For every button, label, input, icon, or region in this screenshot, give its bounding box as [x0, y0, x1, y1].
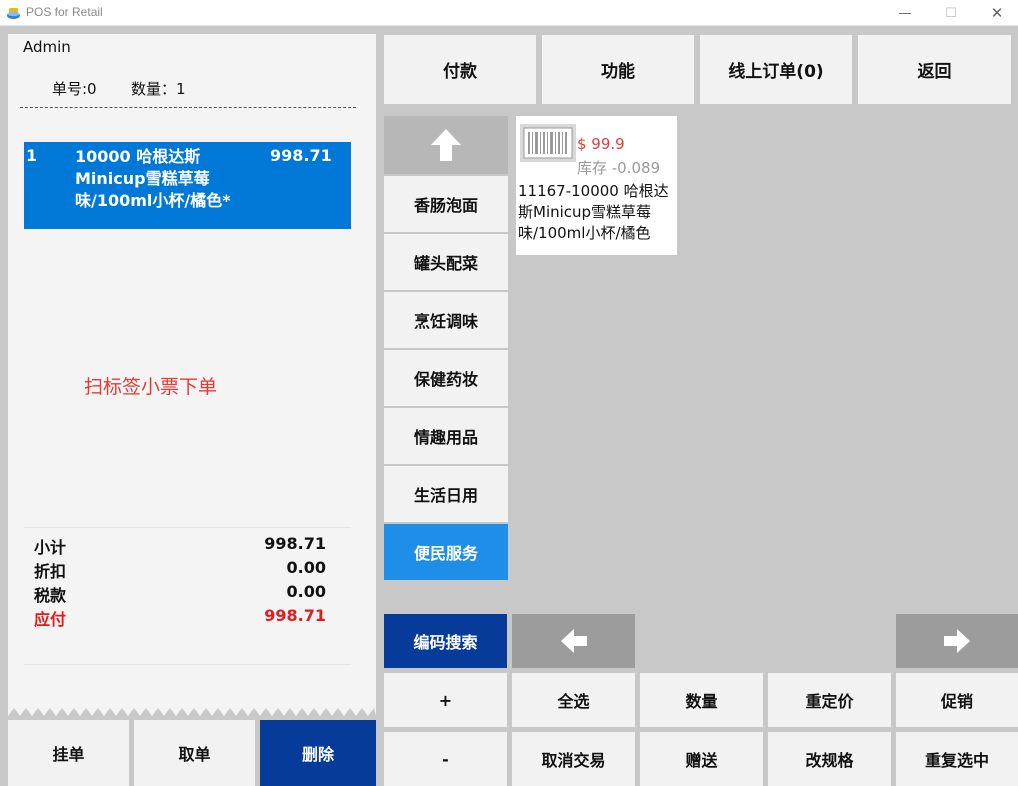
close-icon[interactable]: ✕: [974, 0, 1018, 26]
maximize-icon[interactable]: ☐: [928, 0, 974, 26]
code-search-button[interactable]: 编码搜索: [384, 614, 507, 668]
receipt-divider: [20, 107, 356, 108]
delete-button[interactable]: 删除: [260, 720, 376, 786]
tab-online-orders[interactable]: 线上订单(0): [700, 35, 852, 104]
cashier-name: Admin: [23, 38, 71, 56]
category-item[interactable]: 烹饪调味: [384, 292, 508, 348]
tab-pay[interactable]: 付款: [384, 35, 536, 104]
receipt-panel: Admin 单号:0 数量：1 1 10000 哈根达斯Minicup雪糕草莓味…: [8, 34, 376, 716]
category-item[interactable]: 香肠泡面: [384, 176, 508, 232]
select-all-button[interactable]: 全选: [512, 673, 635, 727]
subtotal-value: 998.71: [264, 534, 326, 553]
discount-label: 折扣: [34, 562, 67, 581]
product-card[interactable]: $ 99.9 库存 -0.089 11167-10000 哈根达斯Minicup…: [516, 116, 677, 255]
category-item[interactable]: 生活日用: [384, 466, 508, 522]
change-spec-button[interactable]: 改规格: [768, 732, 891, 786]
reprice-button[interactable]: 重定价: [768, 673, 891, 727]
scan-hint: 扫标签小票下单: [84, 376, 218, 398]
main-area: Admin 单号:0 数量：1 1 10000 哈根达斯Minicup雪糕草莓味…: [0, 26, 1018, 786]
subtotal-row: 小计 998.71: [34, 534, 326, 558]
category-item[interactable]: 罐头配菜: [384, 234, 508, 290]
tax-label: 税款: [34, 586, 67, 605]
category-scroll-up[interactable]: [384, 116, 508, 174]
page-next-button[interactable]: [896, 614, 1018, 668]
category-item-active[interactable]: 便民服务: [384, 524, 508, 580]
cancel-transaction-button[interactable]: 取消交易: [512, 732, 635, 786]
back-button[interactable]: 返回: [858, 35, 1011, 104]
gift-button[interactable]: 赠送: [640, 732, 763, 786]
barcode-icon: [520, 124, 576, 162]
repeat-selected-button[interactable]: 重复选中: [896, 732, 1018, 786]
receipt-line-item[interactable]: 1 10000 哈根达斯Minicup雪糕草莓味/100ml小杯/橘色* 998…: [24, 142, 351, 229]
discount-row: 折扣 0.00: [34, 558, 326, 582]
promotion-button[interactable]: 促销: [896, 673, 1018, 727]
hold-order-button[interactable]: 挂单: [8, 720, 129, 786]
quantity-button[interactable]: 数量: [640, 673, 763, 727]
product-stock: 库存 -0.089: [577, 159, 661, 177]
retrieve-order-button[interactable]: 取单: [134, 720, 255, 786]
plus-button[interactable]: +: [384, 673, 507, 727]
line-index: 1: [26, 146, 38, 165]
category-item[interactable]: 情趣用品: [384, 408, 508, 464]
product-name: 11167-10000 哈根达斯Minicup雪糕草莓味/100ml小杯/橘色: [518, 182, 669, 242]
minus-button[interactable]: -: [384, 732, 507, 786]
totals-divider-bottom: [24, 664, 351, 665]
item-quantity: 数量：1: [131, 80, 186, 98]
page-prev-button[interactable]: [512, 614, 635, 668]
payable-label: 应付: [34, 610, 67, 629]
product-price: $ 99.9: [577, 135, 625, 153]
category-item[interactable]: 保健药妆: [384, 350, 508, 406]
line-product-name: 10000 哈根达斯Minicup雪糕草莓味/100ml小杯/橘色*: [75, 147, 231, 210]
arrow-right-icon: [944, 629, 970, 653]
subtotal-label: 小计: [34, 538, 67, 557]
line-amount: 998.71: [270, 146, 332, 165]
tab-functions[interactable]: 功能: [542, 35, 694, 104]
title-bar: POS for Retail — ☐ ✕: [0, 0, 1018, 26]
minimize-icon[interactable]: —: [882, 0, 928, 26]
payable-row: 应付 998.71: [34, 606, 326, 630]
payable-value: 998.71: [264, 606, 326, 625]
receipt-torn-edge: [8, 708, 376, 716]
tax-row: 税款 0.00: [34, 582, 326, 606]
discount-value: 0.00: [286, 558, 326, 577]
order-number: 单号:0: [52, 80, 97, 98]
tax-value: 0.00: [286, 582, 326, 601]
app-icon: [7, 8, 20, 19]
arrow-up-icon: [431, 129, 461, 161]
window-title: POS for Retail: [26, 5, 103, 19]
totals-divider-top: [24, 527, 351, 528]
arrow-left-icon: [560, 629, 587, 653]
